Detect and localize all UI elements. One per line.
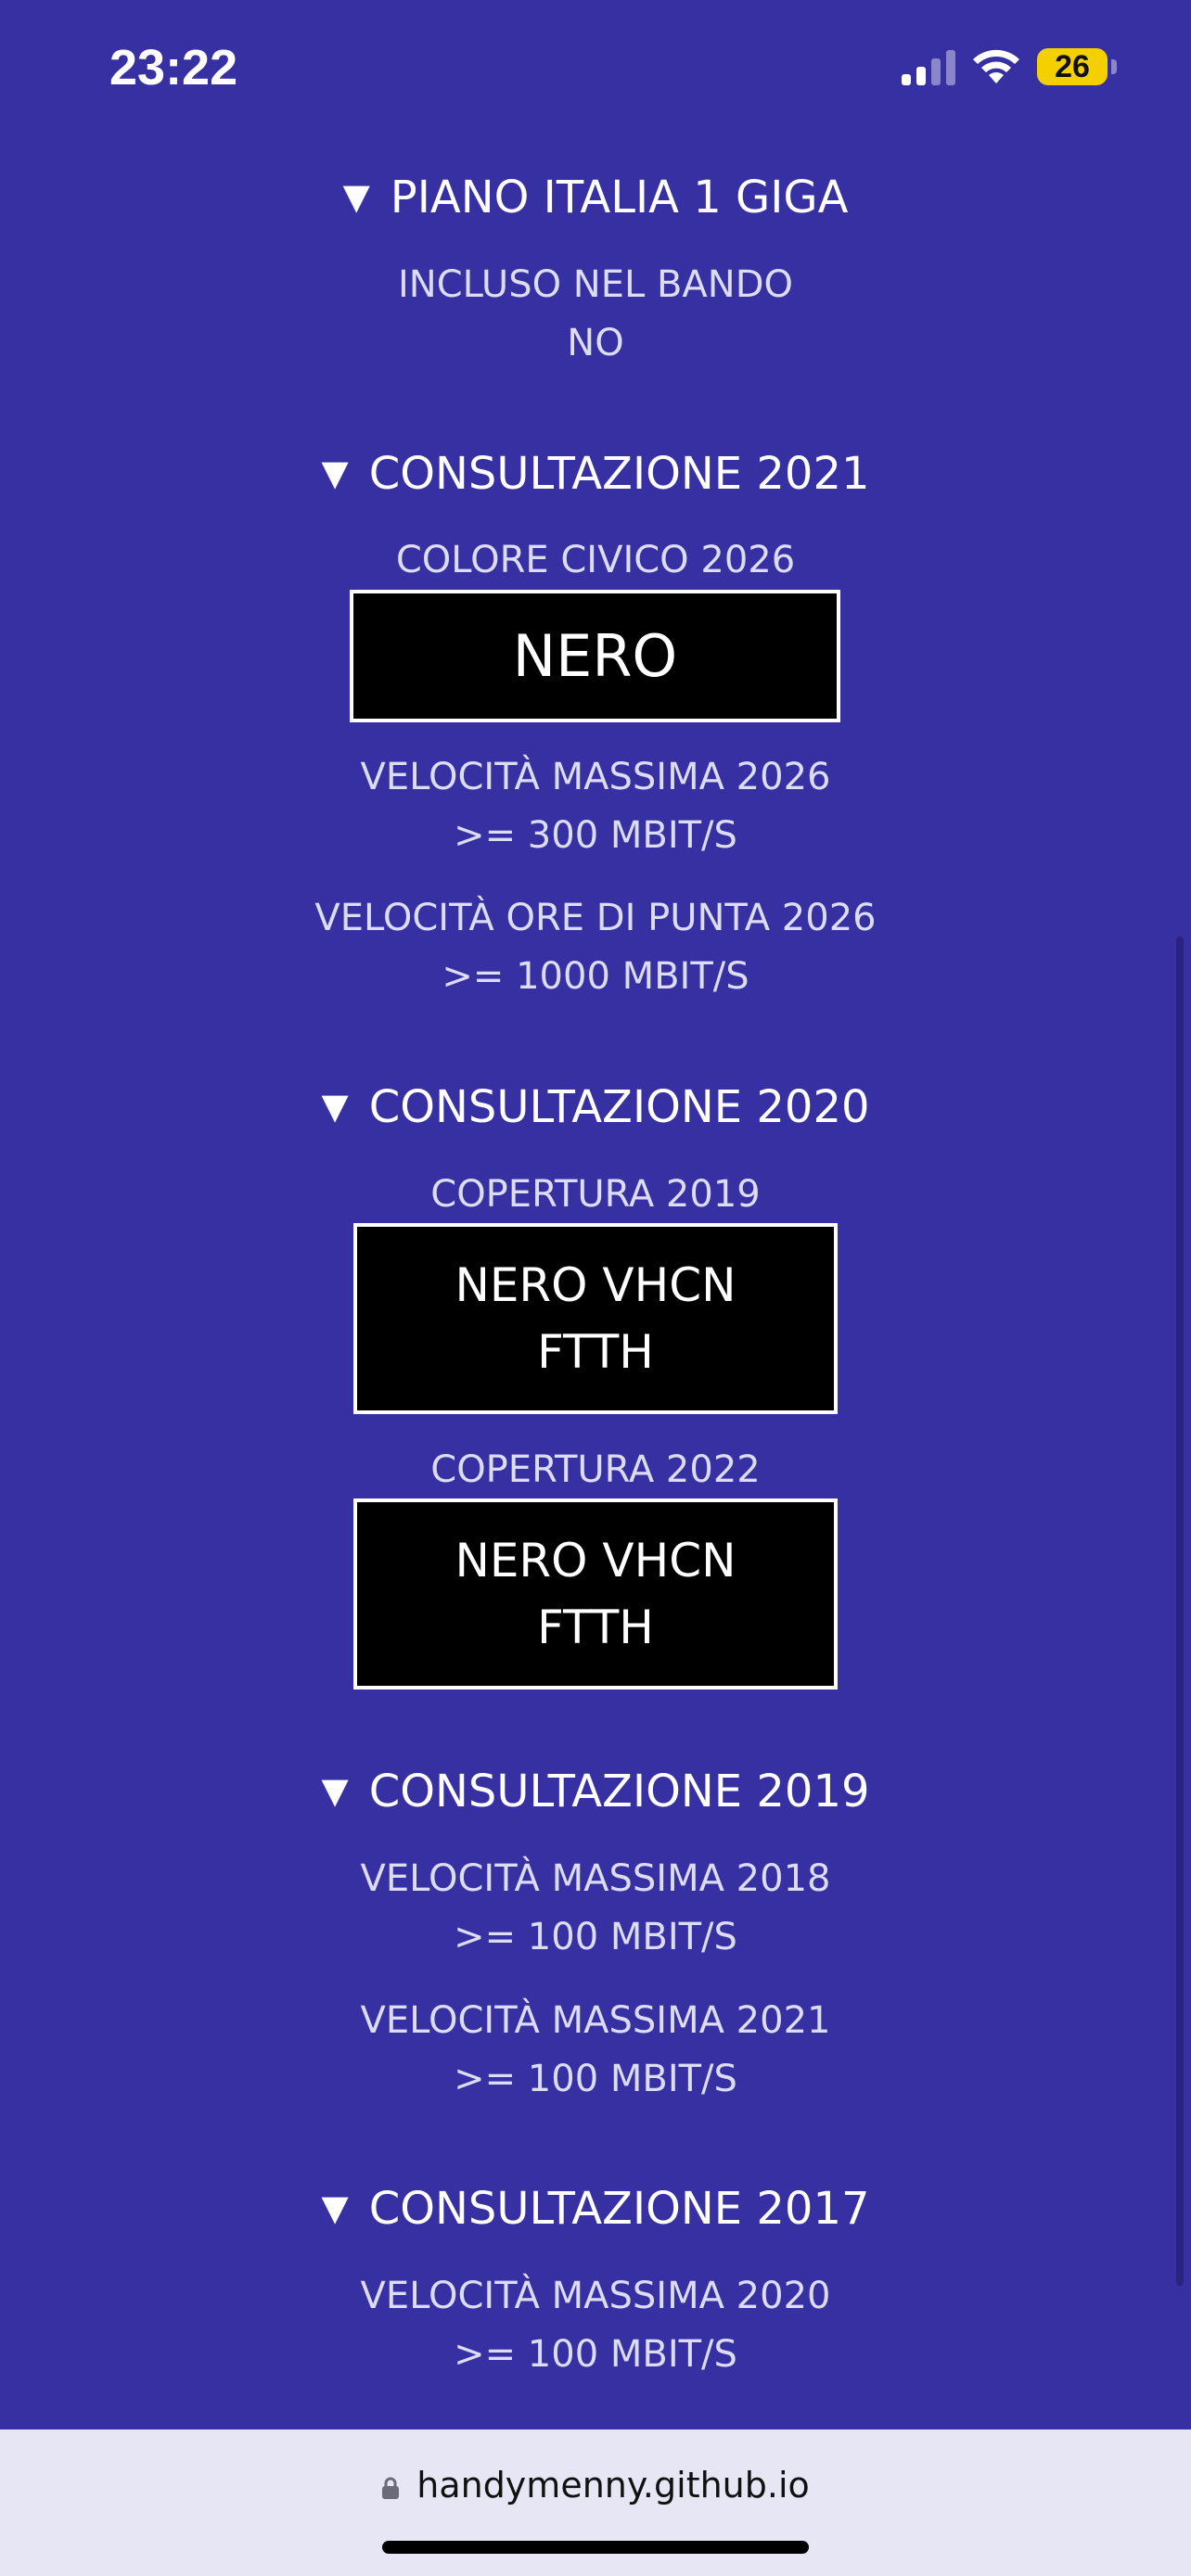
velocita-punta-2026-label: VELOCITÀ ORE DI PUNTA 2026 xyxy=(314,897,877,939)
section-title: CONSULTAZIONE 2021 xyxy=(368,448,870,500)
section-header-consultazione-2019[interactable]: ▼ CONSULTAZIONE 2019 xyxy=(0,1761,1191,1821)
section-title: CONSULTAZIONE 2019 xyxy=(368,1766,870,1817)
disclosure-triangle-icon: ▼ xyxy=(321,453,349,493)
browser-url[interactable]: handymenny.github.io xyxy=(0,2457,1191,2513)
disclosure-triangle-icon: ▼ xyxy=(321,2187,349,2228)
copertura-2019-box: NERO VHCN FTTH xyxy=(353,1223,838,1414)
incluso-value: NO xyxy=(567,322,624,364)
section-header-consultazione-2020[interactable]: ▼ CONSULTAZIONE 2020 xyxy=(0,1077,1191,1137)
section-header-consultazione-2021[interactable]: ▼ CONSULTAZIONE 2021 xyxy=(0,443,1191,504)
section-title: CONSULTAZIONE 2020 xyxy=(368,1081,870,1133)
battery-tip xyxy=(1111,59,1117,74)
url-text: handymenny.github.io xyxy=(416,2465,810,2506)
disclosure-triangle-icon: ▼ xyxy=(321,1086,349,1127)
copertura-2022-box: NERO VHCN FTTH xyxy=(353,1498,838,1690)
copertura-2022-line2: FTTH xyxy=(537,1600,654,1654)
section-header-consultazione-2017[interactable]: ▼ CONSULTAZIONE 2017 xyxy=(0,2178,1191,2238)
velocita-massima-2018-value: >= 100 MBIT/S xyxy=(454,1916,737,1958)
copertura-2022-line1: NERO VHCN xyxy=(455,1534,736,1588)
velocita-punta-2026-value: >= 1000 MBIT/S xyxy=(442,955,749,998)
section-header-piano-italia[interactable]: ▼ PIANO ITALIA 1 GIGA xyxy=(0,167,1191,227)
colore-civico-box: NERO xyxy=(350,590,840,722)
disclosure-triangle-icon: ▼ xyxy=(321,1770,349,1811)
incluso-label: INCLUSO NEL BANDO xyxy=(397,263,793,306)
home-indicator[interactable] xyxy=(382,2541,809,2554)
cellular-signal-icon xyxy=(902,50,955,85)
velocita-massima-2020-label: VELOCITÀ MASSIMA 2020 xyxy=(360,2275,831,2317)
velocita-massima-2021-value: >= 100 MBIT/S xyxy=(454,2058,737,2100)
section-title: PIANO ITALIA 1 GIGA xyxy=(390,172,849,223)
velocita-massima-2021-label: VELOCITÀ MASSIMA 2021 xyxy=(360,1999,831,2042)
battery-indicator: 26 xyxy=(1037,48,1108,85)
colore-civico-value: NERO xyxy=(512,621,678,690)
wifi-icon xyxy=(973,49,1019,83)
copertura-2019-line1: NERO VHCN xyxy=(455,1258,736,1312)
velocita-massima-2020-value: >= 100 MBIT/S xyxy=(454,2333,737,2376)
copertura-2022-label: COPERTURA 2022 xyxy=(430,1448,761,1491)
velocita-massima-2026-label: VELOCITÀ MASSIMA 2026 xyxy=(360,756,831,798)
copertura-2019-line2: FTTH xyxy=(537,1325,654,1379)
copertura-2019-label: COPERTURA 2019 xyxy=(430,1173,761,1216)
lock-icon xyxy=(382,2477,400,2499)
disclosure-triangle-icon: ▼ xyxy=(342,176,370,217)
velocita-massima-2026-value: >= 300 MBIT/S xyxy=(454,814,737,857)
status-time: 23:22 xyxy=(109,40,238,96)
section-title: CONSULTAZIONE 2017 xyxy=(368,2183,870,2235)
colore-civico-label: COLORE CIVICO 2026 xyxy=(395,539,796,581)
page-scrollbar[interactable] xyxy=(1176,937,1184,2286)
status-bar: 23:22 26 xyxy=(0,0,1191,130)
velocita-massima-2018-label: VELOCITÀ MASSIMA 2018 xyxy=(360,1857,831,1900)
